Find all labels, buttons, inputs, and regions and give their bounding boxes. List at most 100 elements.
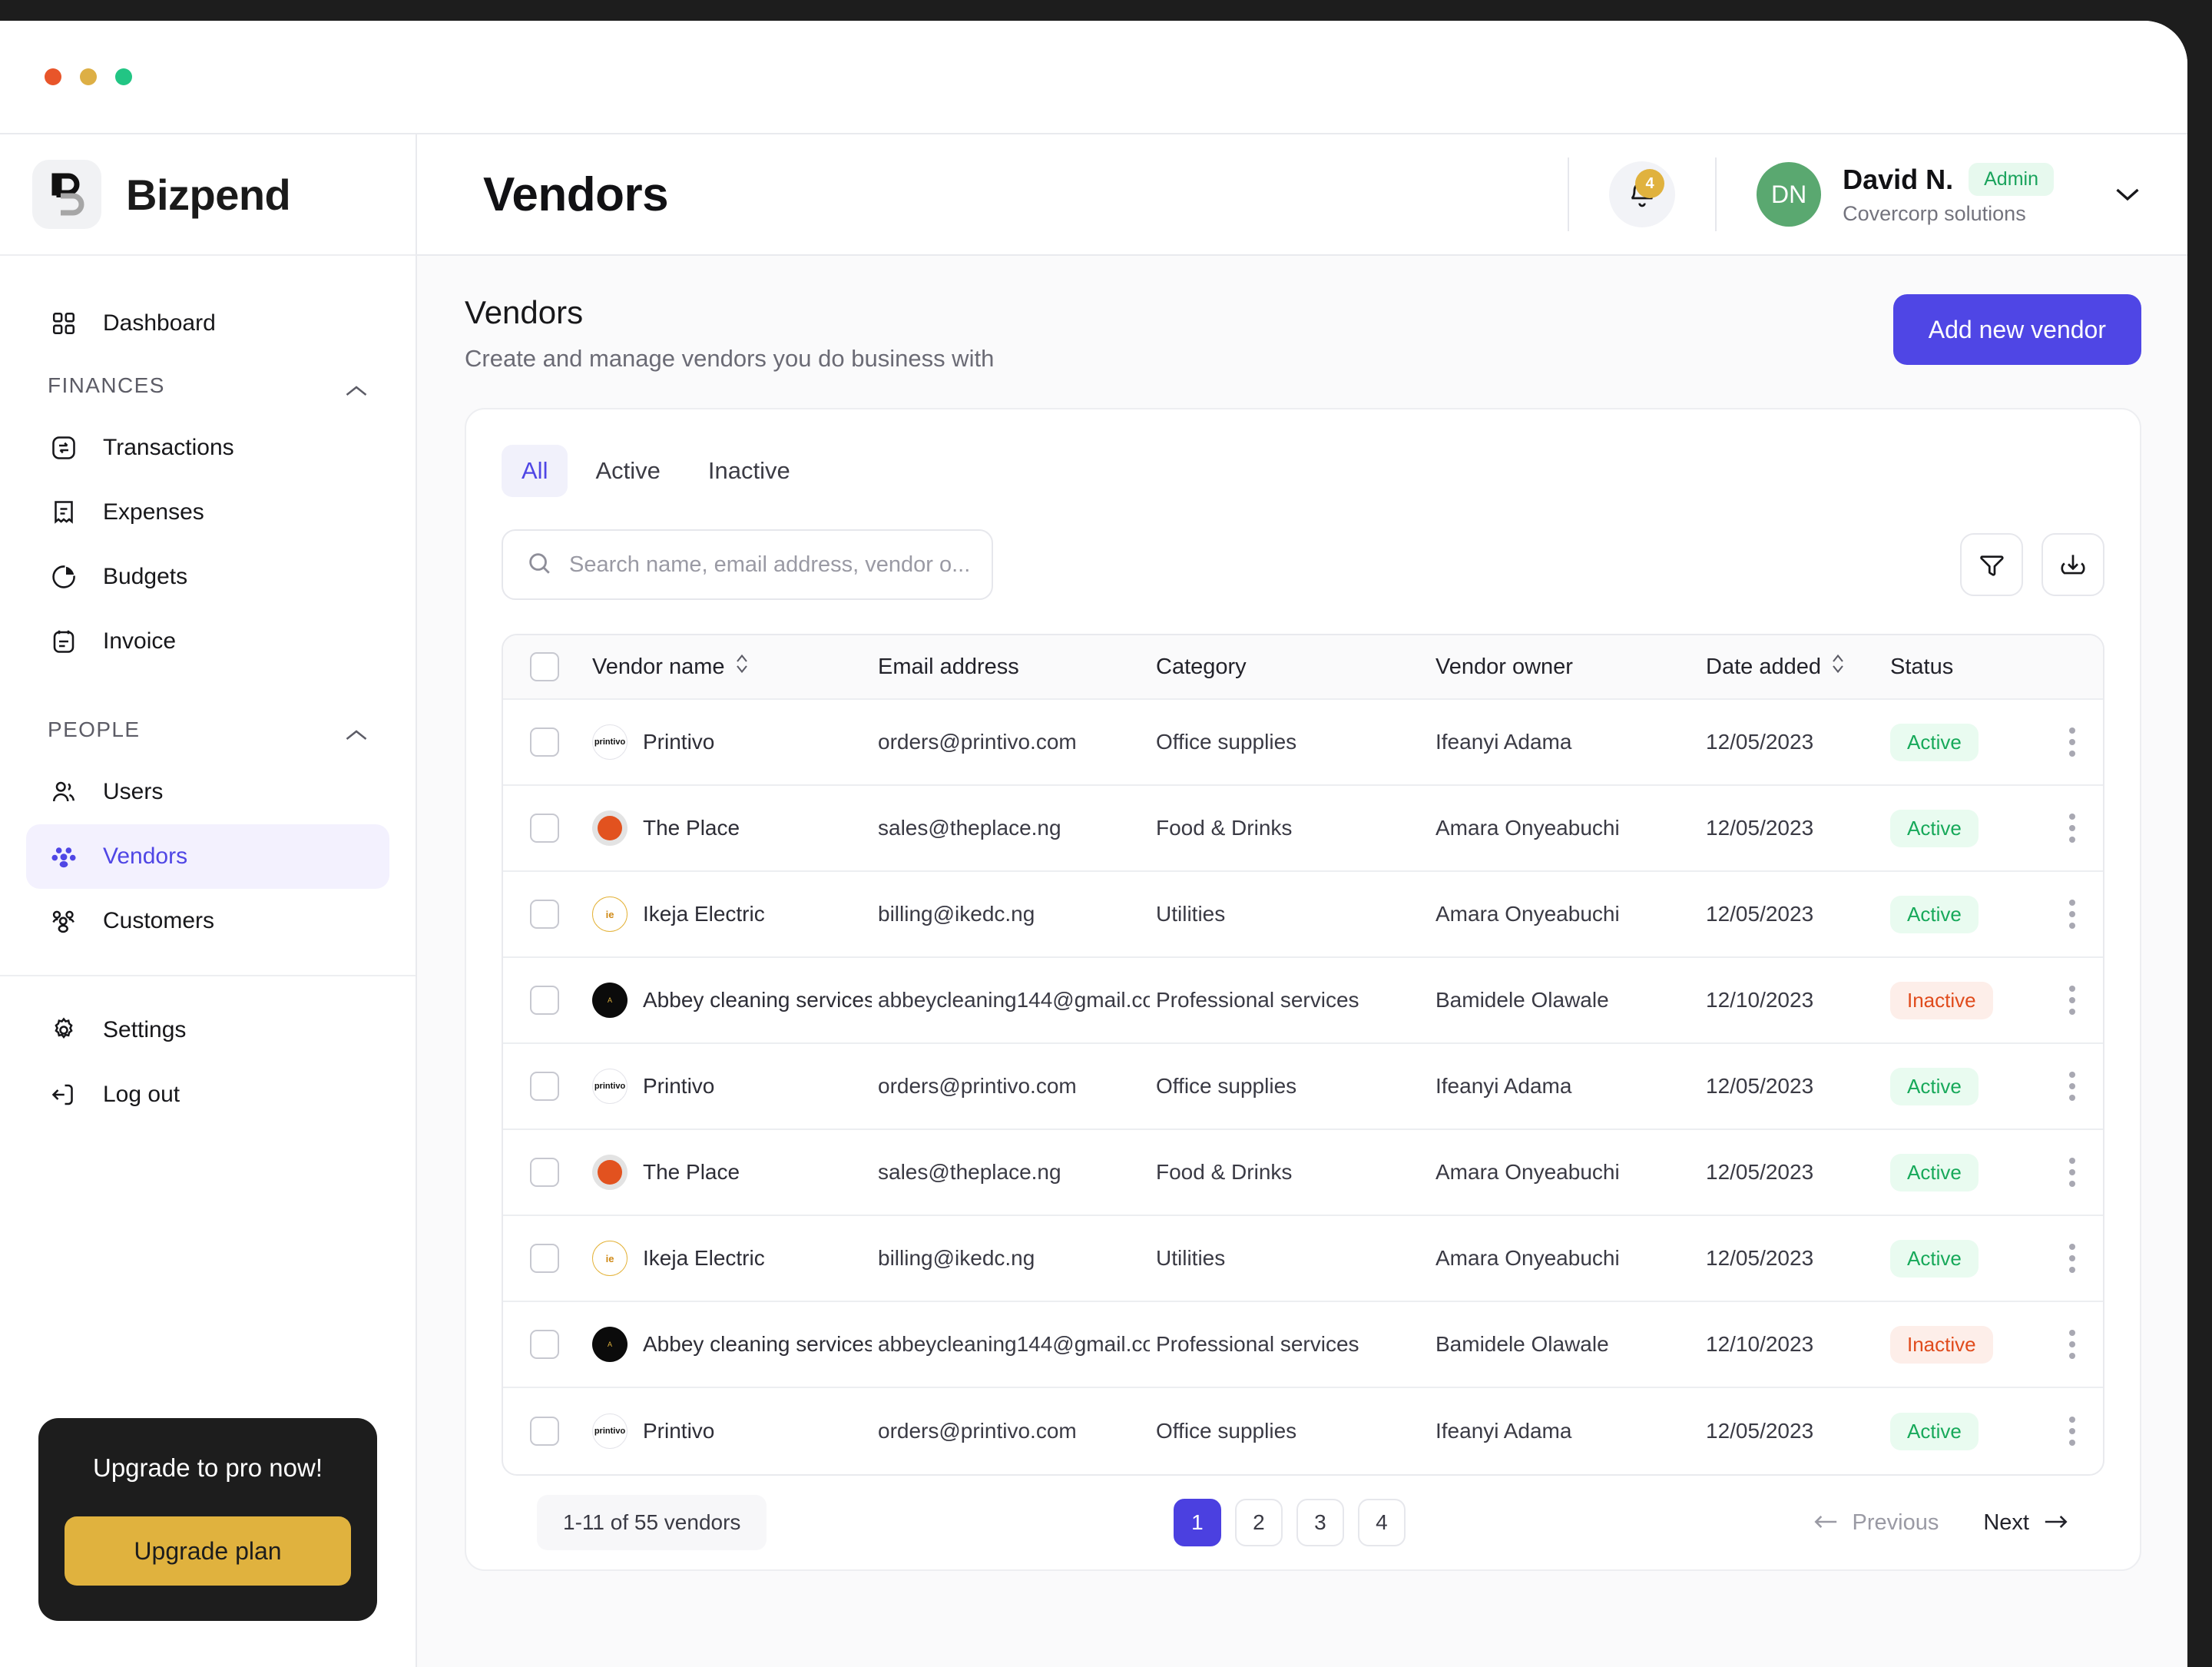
tab-active[interactable]: Active — [575, 445, 680, 497]
sort-icon[interactable] — [1830, 652, 1846, 681]
row-menu-icon[interactable] — [2061, 978, 2083, 1022]
cell-date-added: 12/05/2023 — [1706, 730, 1814, 754]
row-checkbox[interactable] — [530, 727, 559, 757]
column-vendor-name[interactable]: Vendor name — [586, 652, 872, 681]
cell-vendor-name: ie Ikeja Electric — [586, 896, 872, 932]
minimize-window-icon[interactable] — [80, 68, 97, 85]
page-button-3[interactable]: 3 — [1296, 1499, 1344, 1546]
sidebar-group-label: PEOPLE — [48, 718, 141, 741]
row-menu-icon[interactable] — [2061, 1064, 2083, 1109]
next-page-button[interactable]: Next — [1983, 1510, 2069, 1536]
content-area: Vendors Create and manage vendors you do… — [417, 256, 2187, 1667]
filter-button[interactable] — [1960, 533, 2023, 596]
cell-vendor-owner: Amara Onyeabuchi — [1435, 816, 1620, 840]
row-checkbox[interactable] — [530, 1417, 559, 1446]
sidebar-item-expenses[interactable]: Expenses — [26, 480, 389, 545]
cell-status: Active — [1884, 1412, 2061, 1450]
row-select-cell — [503, 900, 586, 929]
table-row[interactable]: ie Ikeja Electric billing@ikedc.ng Utilitie… — [503, 872, 2103, 958]
add-new-vendor-button[interactable]: Add new vendor — [1892, 294, 2141, 365]
page-buttons: 1234 — [1173, 1499, 1406, 1546]
sidebar-item-settings[interactable]: Settings — [26, 998, 389, 1062]
row-menu-icon[interactable] — [2061, 1322, 2083, 1367]
row-menu-icon[interactable] — [2061, 1150, 2083, 1195]
window-titlebar — [0, 21, 2187, 134]
logout-icon — [48, 1079, 80, 1111]
sidebar-item-invoice[interactable]: Invoice — [26, 609, 389, 674]
table-row[interactable]: A Abbey cleaning services abbeycleaning144… — [503, 1302, 2103, 1388]
vendor-name-label: The Place — [643, 816, 740, 840]
close-window-icon[interactable] — [45, 68, 61, 85]
status-badge: Active — [1890, 809, 1979, 847]
notifications-button[interactable]: 4 — [1609, 161, 1676, 227]
sidebar-item-transactions[interactable]: Transactions — [26, 416, 389, 480]
column-label: Date added — [1706, 654, 1821, 679]
table-row[interactable]: The Place sales@theplace.ng Food & Drinks A… — [503, 786, 2103, 872]
sidebar-group-finances[interactable]: FINANCES — [26, 356, 389, 416]
table-row[interactable]: printivo Printivo orders@printivo.com Offic… — [503, 700, 2103, 786]
maximize-window-icon[interactable] — [115, 68, 132, 85]
row-menu-icon[interactable] — [2061, 806, 2083, 850]
row-checkbox[interactable] — [530, 900, 559, 929]
column-date-added[interactable]: Date added — [1700, 652, 1884, 681]
avatar: DN — [1757, 162, 1822, 227]
row-checkbox[interactable] — [530, 1244, 559, 1273]
page-button-1[interactable]: 1 — [1173, 1499, 1221, 1546]
sidebar-item-label: Dashboard — [103, 310, 216, 336]
sidebar-group-people[interactable]: PEOPLE — [26, 700, 389, 760]
sidebar-item-users[interactable]: Users — [26, 760, 389, 824]
page-button-4[interactable]: 4 — [1357, 1499, 1406, 1546]
row-menu-icon[interactable] — [2061, 720, 2083, 764]
user-menu[interactable]: DN David N. Admin Covercorp solutions — [1757, 162, 2141, 227]
sidebar-item-label: Settings — [103, 1017, 187, 1042]
cell-category: Office supplies — [1156, 730, 1297, 754]
previous-page-button[interactable]: Previous — [1813, 1510, 1939, 1536]
sidebar-item-dashboard[interactable]: Dashboard — [26, 291, 389, 356]
tab-all[interactable]: All — [502, 445, 568, 497]
cell-category: Professional services — [1156, 1332, 1359, 1356]
sidebar-item-customers[interactable]: Customers — [26, 889, 389, 953]
section-subtitle: Create and manage vendors you do busines… — [465, 345, 995, 372]
column-status: Status — [1890, 654, 1954, 679]
table-row[interactable]: ie Ikeja Electric billing@ikedc.ng Utilitie… — [503, 1216, 2103, 1302]
upgrade-plan-button[interactable]: Upgrade plan — [65, 1516, 351, 1586]
table-row[interactable]: The Place sales@theplace.ng Food & Drinks A… — [503, 1130, 2103, 1216]
status-badge: Active — [1890, 895, 1979, 933]
sidebar-item-logout[interactable]: Log out — [26, 1062, 389, 1127]
search-box[interactable] — [502, 529, 993, 600]
select-all-checkbox[interactable] — [530, 652, 559, 681]
table-row[interactable]: A Abbey cleaning services abbeycleaning144… — [503, 958, 2103, 1044]
page-button-2[interactable]: 2 — [1234, 1499, 1283, 1546]
cell-category: Professional services — [1156, 988, 1359, 1012]
bizpend-logo-icon — [32, 160, 101, 229]
download-button[interactable] — [2041, 533, 2104, 596]
vendor-logo-printivo: printivo — [592, 1069, 628, 1104]
users-icon — [48, 776, 80, 808]
cell-vendor-name: The Place — [586, 810, 872, 846]
cell-date-added: 12/05/2023 — [1706, 816, 1814, 840]
brand-name: Bizpend — [126, 170, 291, 219]
row-checkbox[interactable] — [530, 814, 559, 843]
row-checkbox[interactable] — [530, 1330, 559, 1359]
cell-vendor-owner: Ifeanyi Adama — [1435, 1419, 1572, 1443]
chevron-down-icon[interactable] — [2114, 186, 2141, 203]
row-checkbox[interactable] — [530, 986, 559, 1015]
cell-status: Inactive — [1884, 1325, 2061, 1364]
table-row[interactable]: printivo Printivo orders@printivo.com Offic… — [503, 1044, 2103, 1130]
sidebar-item-budgets[interactable]: Budgets — [26, 545, 389, 609]
row-menu-icon[interactable] — [2061, 1409, 2083, 1453]
row-checkbox[interactable] — [530, 1072, 559, 1101]
tab-inactive[interactable]: Inactive — [688, 445, 810, 497]
cell-vendor-owner: Amara Onyeabuchi — [1435, 1160, 1620, 1184]
row-menu-icon[interactable] — [2061, 1236, 2083, 1281]
row-checkbox[interactable] — [530, 1158, 559, 1187]
table-row[interactable]: printivo Printivo orders@printivo.com Offic… — [503, 1388, 2103, 1474]
sort-icon[interactable] — [734, 652, 750, 681]
row-menu-icon[interactable] — [2061, 892, 2083, 936]
vendor-name-label: The Place — [643, 1160, 740, 1184]
pie-chart-icon — [48, 561, 80, 593]
search-input[interactable] — [569, 552, 969, 578]
status-badge: Active — [1890, 1412, 1979, 1450]
sidebar-item-vendors[interactable]: Vendors — [26, 824, 389, 889]
table-toolbar — [502, 529, 2104, 600]
